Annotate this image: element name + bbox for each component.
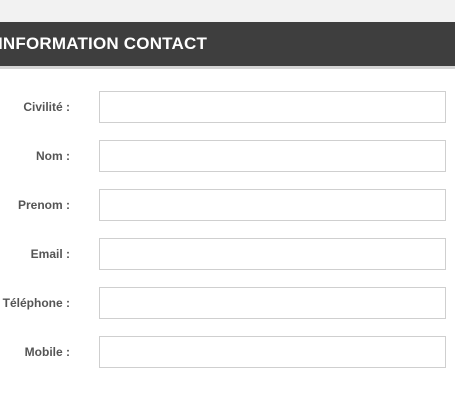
prenom-label: Prenom : — [17, 198, 70, 212]
contact-form-page: INFORMATION CONTACT Civilité : Nom : Pre… — [0, 0, 455, 409]
telephone-input[interactable] — [99, 287, 446, 319]
civilite-input[interactable] — [99, 91, 446, 123]
email-input[interactable] — [99, 238, 446, 270]
civilite-label: Civilité : — [23, 100, 70, 114]
form-row-mobile: Mobile : — [0, 336, 455, 370]
section-title: INFORMATION CONTACT — [0, 34, 208, 53]
prenom-input[interactable] — [99, 189, 446, 221]
form-row-email: Email : — [0, 238, 455, 272]
mobile-label: Mobile : — [24, 345, 70, 359]
nom-label: Nom : — [36, 149, 70, 163]
form-row-prenom: Prenom : — [0, 189, 455, 223]
form-row-civilite: Civilité : — [0, 91, 455, 125]
form-row-telephone: Téléphone : — [0, 287, 455, 321]
top-band — [0, 0, 455, 22]
section-header: INFORMATION CONTACT — [0, 22, 455, 69]
form-row-nom: Nom : — [0, 140, 455, 174]
nom-input[interactable] — [99, 140, 446, 172]
mobile-input[interactable] — [99, 336, 446, 368]
email-label: Email : — [30, 247, 70, 261]
telephone-label: Téléphone : — [2, 296, 70, 310]
